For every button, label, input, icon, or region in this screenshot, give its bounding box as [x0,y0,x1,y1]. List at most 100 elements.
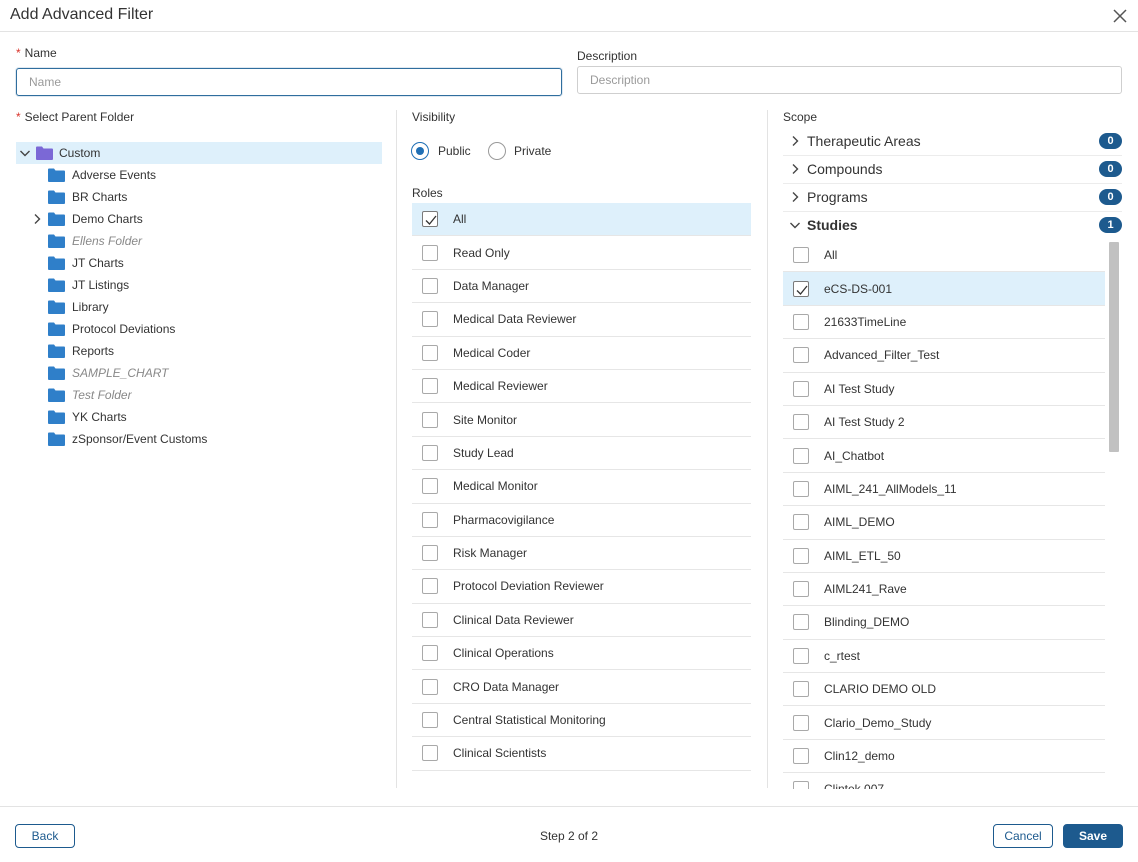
checkbox[interactable] [422,411,438,428]
checkbox[interactable] [422,511,438,528]
radio-private-label[interactable]: Private [514,144,551,158]
chevron-right-icon[interactable] [31,213,43,225]
tree-item[interactable]: YK Charts [16,406,382,428]
checkbox[interactable] [422,611,438,628]
list-item[interactable]: AI_Chatbot [783,439,1105,473]
checkbox[interactable] [793,714,809,731]
list-item[interactable]: Clinical Scientists [412,737,751,771]
checkbox[interactable] [422,211,438,228]
list-item[interactable]: AIML_241_AllModels_11 [783,473,1105,507]
studies-scrollbar-thumb[interactable] [1109,242,1119,452]
tree-item[interactable]: SAMPLE_CHART [16,362,382,384]
list-item[interactable]: CLARIO DEMO OLD [783,673,1105,707]
list-item[interactable]: Protocol Deviation Reviewer [412,570,751,604]
checkbox[interactable] [793,681,809,698]
list-item[interactable]: Central Statistical Monitoring [412,704,751,738]
name-input[interactable] [16,68,562,96]
checkbox[interactable] [422,244,438,261]
checkbox[interactable] [422,745,438,762]
scope-section-studies[interactable]: Studies 1 [783,211,1122,239]
checkbox[interactable] [422,277,438,294]
list-item[interactable]: Data Manager [412,270,751,304]
tree-item[interactable]: Demo Charts [16,208,382,230]
checkbox[interactable] [793,547,809,564]
checkbox[interactable] [793,380,809,397]
tree-item[interactable]: Library [16,296,382,318]
tree-item[interactable]: Ellens Folder [16,230,382,252]
tree-item[interactable]: JT Listings [16,274,382,296]
checkbox[interactable] [422,344,438,361]
list-item[interactable]: AI Test Study [783,373,1105,406]
checkbox[interactable] [422,712,438,729]
list-item[interactable]: c_rtest [783,640,1105,674]
checkbox[interactable] [793,748,809,765]
list-item[interactable]: Pharmacovigilance [412,504,751,537]
list-item[interactable]: 21633TimeLine [783,306,1105,340]
radio-public-label[interactable]: Public [438,144,471,158]
checkbox[interactable] [793,313,809,330]
list-item[interactable]: Risk Manager [412,537,751,571]
close-icon[interactable] [1112,8,1128,24]
tree-item[interactable]: Adverse Events [16,164,382,186]
list-item[interactable]: eCS-DS-001 [783,272,1105,306]
list-item[interactable]: Medical Reviewer [412,370,751,404]
checkbox[interactable] [422,378,438,395]
tree-item[interactable]: Protocol Deviations [16,318,382,340]
tree-item[interactable]: BR Charts [16,186,382,208]
list-item[interactable]: Medical Data Reviewer [412,303,751,337]
chevron-right-icon[interactable] [789,163,801,175]
checkbox[interactable] [422,478,438,495]
tree-item[interactable]: JT Charts [16,252,382,274]
chevron-right-icon[interactable] [789,135,801,147]
checkbox[interactable] [422,545,438,562]
list-item[interactable]: AIML241_Rave [783,573,1105,607]
checkbox[interactable] [422,645,438,662]
tree-item[interactable]: Test Folder [16,384,382,406]
checkbox[interactable] [793,347,809,364]
list-item[interactable]: All [783,239,1105,273]
scope-section-compounds[interactable]: Compounds 0 [783,155,1122,183]
checkbox[interactable] [793,614,809,631]
scope-section-therapeutic-areas[interactable]: Therapeutic Areas 0 [783,127,1122,155]
list-item[interactable]: Clinical Operations [412,637,751,671]
list-item[interactable]: Clintek 007 [783,773,1105,789]
tree-item[interactable]: zSponsor/Event Customs [16,428,382,450]
checkbox[interactable] [422,311,438,328]
list-item[interactable]: AIML_DEMO [783,506,1105,540]
list-item[interactable]: Advanced_Filter_Test [783,339,1105,373]
checkbox[interactable] [422,444,438,461]
radio-private[interactable] [488,142,506,160]
save-button[interactable]: Save [1063,824,1123,848]
checkbox[interactable] [793,414,809,431]
checkbox[interactable] [793,514,809,531]
list-item[interactable]: Clin12_demo [783,740,1105,774]
scope-section-programs[interactable]: Programs 0 [783,183,1122,211]
checkbox[interactable] [793,447,809,464]
list-item[interactable]: AIML_ETL_50 [783,540,1105,573]
checkbox[interactable] [422,578,438,595]
list-item[interactable]: Study Lead [412,437,751,471]
list-item[interactable]: Read Only [412,236,751,270]
list-item[interactable]: CRO Data Manager [412,670,751,704]
checkbox[interactable] [793,247,809,264]
chevron-right-icon[interactable] [789,191,801,203]
list-item[interactable]: AI Test Study 2 [783,406,1105,440]
description-input[interactable] [577,66,1122,94]
tree-item[interactable]: Reports [16,340,382,362]
checkbox[interactable] [793,280,809,297]
list-item[interactable]: Medical Monitor [412,470,751,504]
list-item[interactable]: All [412,203,751,237]
chevron-down-icon[interactable] [789,219,801,231]
list-item[interactable]: Site Monitor [412,403,751,437]
list-item[interactable]: Medical Coder [412,337,751,370]
list-item[interactable]: Clario_Demo_Study [783,706,1105,740]
checkbox[interactable] [793,781,809,789]
chevron-down-icon[interactable] [19,147,31,159]
checkbox[interactable] [793,480,809,497]
checkbox[interactable] [793,647,809,664]
radio-public[interactable] [411,142,429,160]
cancel-button[interactable]: Cancel [993,824,1053,848]
tree-item-root[interactable]: Custom [16,142,382,164]
checkbox[interactable] [793,581,809,598]
list-item[interactable]: Clinical Data Reviewer [412,604,751,638]
